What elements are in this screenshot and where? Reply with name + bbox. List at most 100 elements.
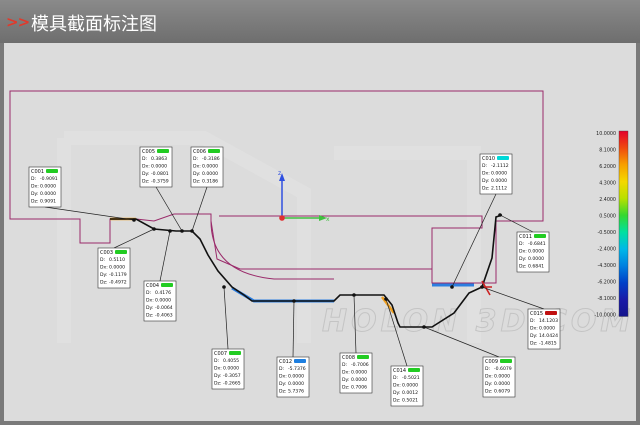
callout-row-label: Dz: — [342, 385, 350, 391]
callout-id: C009 — [485, 359, 498, 365]
callout-row-value: 0.4055 — [223, 358, 239, 364]
callout-row-label: Dz: — [193, 179, 201, 185]
callout-row-label: Dz: — [279, 389, 287, 395]
cavity-arc — [210, 220, 334, 280]
cavity-outline — [219, 215, 483, 281]
callout-row-value: -0.0064 — [155, 305, 173, 311]
callout-row-label: D: — [279, 366, 285, 372]
callout-row-value: 0.5110 — [109, 257, 125, 263]
color-scale-label: -4.3000 — [597, 263, 616, 269]
callout-c003[interactable]: C003D: 0.5110Dx: 0.0000Dy: -0.1179Dz: -0.497… — [97, 247, 131, 289]
color-scale-label: 8.1000 — [599, 148, 616, 154]
callout-row-label: Dx: — [142, 164, 150, 170]
callout-status-flag — [115, 250, 127, 254]
callout-row-label: Dx: — [31, 184, 39, 190]
callout-row-value: 14.0424 — [539, 333, 558, 339]
callout-row-label: Dz: — [482, 186, 490, 192]
callout-row-label: Dz: — [146, 313, 154, 319]
callout-row-label: D: — [342, 362, 348, 368]
callout-row-value: 0.0000 — [528, 249, 544, 255]
callout-c011[interactable]: C011D: -0.6841Dx: 0.0000Dy: 0.0000Dz: 0.6841 — [516, 231, 550, 273]
section-drawing: HOLON 3D.COM z x C001D: -0.9091Dx: 0.0000D… — [9, 90, 634, 407]
callout-c012[interactable]: C012D: -5.7376Dx: 0.0000Dy: 0.0000Dz: 5.7376 — [276, 356, 310, 398]
callout-row-value: 0.0012 — [402, 390, 418, 396]
callout-status-flag — [157, 149, 169, 153]
callout-c014[interactable]: C014D: -0.5021Dx: 0.0000Dy: 0.0012Dz: 0.5021 — [390, 365, 424, 407]
measure-point — [168, 229, 172, 233]
callout-row-value: -0.0801 — [151, 171, 169, 177]
callout-row-label: Dz: — [485, 389, 493, 395]
callout-c001[interactable]: C001D: -0.9091Dx: 0.0000Dy: 0.0000Dz: 0.9091 — [28, 166, 62, 208]
callout-row-value: 0.0000 — [40, 184, 56, 190]
callout-id: C014 — [393, 368, 406, 374]
watermark-text: HOLON 3D.COM — [322, 304, 634, 339]
callout-status-flag — [357, 355, 369, 359]
callout-row-label: Dz: — [214, 381, 222, 387]
leader-line — [113, 228, 155, 249]
callout-row-value: 0.0000 — [539, 326, 555, 332]
callout-c015[interactable]: C015D: 14.1203Dx: 0.0000Dy: 14.0424Dz: -1.48… — [527, 308, 561, 350]
callout-row-label: Dz: — [100, 280, 108, 286]
callout-row-value: 5.7376 — [288, 389, 304, 395]
callout-row-label: Dx: — [279, 374, 287, 380]
callout-row-label: D: — [485, 366, 491, 372]
callout-row-value: -0.4063 — [155, 313, 173, 319]
callout-row-value: 14.1203 — [539, 318, 558, 324]
callout-row-label: Dx: — [530, 326, 538, 332]
mold-outline — [9, 90, 544, 284]
callout-row-value: 0.5021 — [402, 398, 418, 404]
color-scale-label: -10.0000 — [594, 313, 616, 319]
callout-row-label: Dy: — [342, 377, 350, 383]
callout-row-label: Dx: — [393, 383, 401, 389]
callout-row-value: 0.3186 — [202, 179, 218, 185]
callout-row-label: Dy: — [142, 171, 150, 177]
callout-id: C006 — [193, 149, 206, 155]
callout-row-value: 0.9091 — [40, 199, 56, 205]
callout-c005[interactable]: C005D: 0.3863Dx: 0.0000Dy: -0.0801Dz: -0.375… — [139, 146, 173, 188]
callout-row-value: -0.3759 — [151, 179, 169, 185]
callout-row-label: D: — [193, 156, 199, 162]
callout-c008[interactable]: C008D: -0.7006Dx: 0.0000Dy: 0.0000Dz: 0.7006 — [339, 352, 373, 394]
callout-row-label: Dx: — [214, 366, 222, 372]
leader-line — [223, 286, 229, 350]
callout-row-label: Dy: — [530, 333, 538, 339]
color-scale-label: -8.1000 — [597, 296, 616, 302]
callout-status-flag — [46, 169, 58, 173]
callout-row-label: Dy: — [31, 191, 39, 197]
leader-line — [499, 214, 534, 233]
color-scale-label: 2.4000 — [599, 197, 616, 203]
callout-row-label: D: — [142, 156, 148, 162]
callout-row-label: Dy: — [482, 178, 490, 184]
leader-line — [191, 186, 208, 232]
callout-row-label: Dy: — [485, 381, 493, 387]
callout-c006[interactable]: C006D: -0.3186Dx: 0.0000Dy: 0.0000Dz: 0.3186 — [190, 146, 224, 188]
x-axis-label: x — [326, 216, 330, 223]
callout-row-value: -2.1112 — [491, 163, 509, 169]
cad-viewport[interactable]: HOLON 3D.COM z x C001 D: -0.9091 Dx: 0.0000 D… — [4, 43, 636, 421]
callout-row-label: Dy: — [214, 373, 222, 379]
callout-row-value: -0.6079 — [494, 366, 512, 372]
callout-id: C011 — [519, 234, 532, 240]
callout-row-label: Dz: — [393, 398, 401, 404]
callout-row-value: 0.0000 — [223, 366, 239, 372]
callout-c007[interactable]: C007D: 0.4055Dx: 0.0000Dy: -0.3057Dz: -0.266… — [211, 348, 245, 390]
callout-c009[interactable]: C009D: -0.6079Dx: 0.0000Dy: 0.0000Dz: 0.6079 — [482, 356, 516, 398]
leader-line — [155, 186, 183, 232]
callout-id: C012 — [279, 359, 292, 365]
callout-row-value: 0.0000 — [155, 298, 171, 304]
callout-row-label: D: — [31, 176, 37, 182]
callout-row-value: 0.0000 — [351, 370, 367, 376]
color-scale-label: 6.2000 — [599, 164, 616, 170]
callout-row-value: -0.3186 — [202, 156, 220, 162]
callout-row-label: Dy: — [519, 256, 527, 262]
callout-status-flag — [500, 359, 512, 363]
callout-row-value: 0.0000 — [109, 265, 125, 271]
measure-point — [384, 297, 388, 301]
callout-row-value: -0.5021 — [402, 375, 420, 381]
callout-row-label: D: — [530, 318, 536, 324]
measure-point — [132, 218, 136, 222]
callout-row-value: -0.9091 — [40, 176, 58, 182]
callout-c004[interactable]: C004D: 0.4176Dx: 0.0000Dy: -0.0064Dz: -0.406… — [143, 280, 177, 322]
callout-c010[interactable]: C010D: -2.1112Dx: 0.0000Dy: 0.0000Dz: 2.1112 — [479, 153, 513, 195]
callout-row-label: Dy: — [279, 381, 287, 387]
